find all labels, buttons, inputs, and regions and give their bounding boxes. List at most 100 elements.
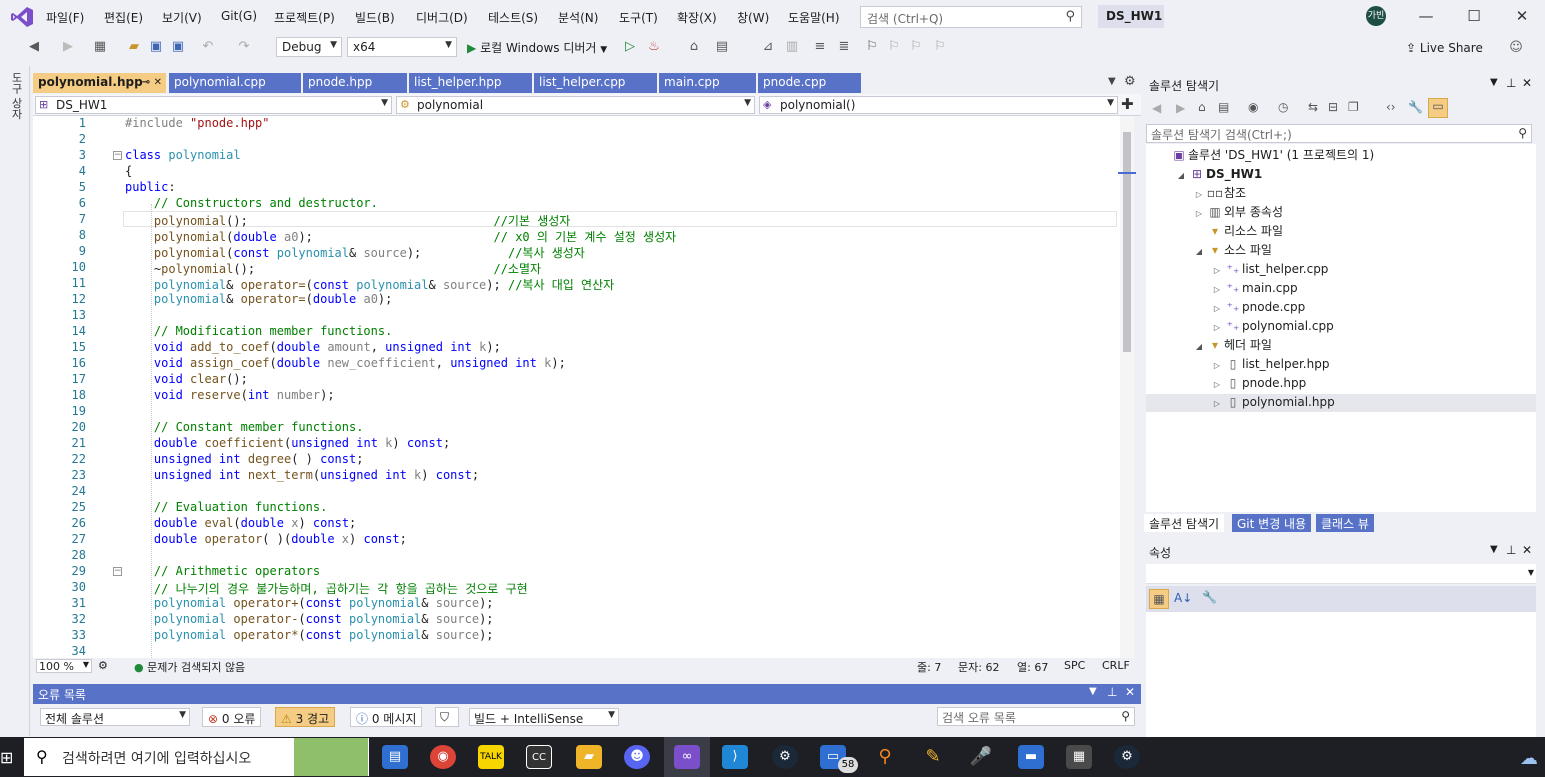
project-nav-select[interactable]: ⊞ DS_HW1 ▼	[35, 96, 392, 114]
scope-nav-select[interactable]: ⚙ polynomial ▼	[396, 96, 755, 114]
alphabetical-icon[interactable]: A↓	[1174, 591, 1192, 605]
pin-icon[interactable]: ⊥	[1506, 76, 1516, 90]
menu-item-8[interactable]: 분석(N)	[558, 9, 598, 26]
maximize-icon[interactable]: ☐	[1464, 7, 1484, 25]
start-icon[interactable]: ⊞	[0, 748, 13, 767]
expander-icon[interactable]: ▷	[1210, 376, 1224, 394]
save-all-icon[interactable]: ▣	[168, 39, 188, 57]
minimize-icon[interactable]: —	[1416, 7, 1436, 25]
comment-icon[interactable]: ≡	[810, 39, 830, 57]
expander-icon[interactable]: ▷	[1210, 281, 1224, 299]
warnings-filter-button[interactable]: ⚠ 3 경고	[275, 707, 336, 727]
tab-2[interactable]: pnode.hpp	[303, 73, 408, 93]
cc-app-icon[interactable]: CC	[526, 745, 552, 769]
kakaotalk-app-icon[interactable]: TALK	[478, 745, 504, 769]
prev-bookmark-icon[interactable]: ⚐	[884, 39, 904, 57]
tree-item[interactable]: ▷ ⁺₊ main.cpp	[1210, 279, 1298, 297]
messages-filter-button[interactable]: ⓘ 0 메시지	[350, 707, 423, 727]
new-project-icon[interactable]: ▦	[90, 39, 110, 57]
config-select[interactable]: Debug ▼	[276, 37, 342, 57]
categorized-icon[interactable]: ▦	[1149, 589, 1169, 609]
search-tool-app-icon[interactable]: ⚲	[872, 745, 898, 769]
tab-3[interactable]: list_helper.hpp	[409, 73, 533, 93]
se-tab-0[interactable]: 솔루션 탐색기	[1144, 514, 1225, 532]
property-pages-icon[interactable]: 🔧	[1202, 590, 1217, 604]
properties-wrench-icon[interactable]: 🔧	[1408, 100, 1423, 114]
tree-item[interactable]: ▷ ▥ 외부 종속성	[1192, 203, 1283, 221]
spacing-indicator[interactable]: SPC	[1064, 659, 1085, 672]
tree-item[interactable]: ◢ ▾ 헤더 파일	[1192, 336, 1272, 354]
tree-item[interactable]: ▷ ▯ pnode.hpp	[1210, 374, 1306, 392]
pin-icon[interactable]: ⊥	[1107, 685, 1117, 699]
tree-item[interactable]: ◢ ⊞ DS_HW1	[1174, 165, 1262, 183]
error-search-input[interactable]: 검색 오류 목록 ⚲	[937, 707, 1135, 726]
tab-list-icon[interactable]: ▼	[1108, 76, 1116, 87]
error-scope-select[interactable]: 전체 솔루션 ▼	[40, 708, 190, 726]
redo-icon[interactable]: ↷	[234, 39, 254, 57]
expander-icon[interactable]: ▷	[1210, 319, 1224, 337]
expander-icon[interactable]: ▷	[1210, 262, 1224, 280]
menu-item-11[interactable]: 창(W)	[737, 9, 769, 26]
bookmark-icon[interactable]: ⚐	[862, 39, 882, 57]
calculator-app-icon[interactable]: ▦	[1066, 745, 1092, 769]
expander-icon[interactable]: ◢	[1174, 167, 1188, 185]
browse-icon[interactable]: ⌂	[684, 39, 704, 57]
collapse-all-icon[interactable]: ⊟	[1328, 100, 1338, 114]
fold-class-icon[interactable]: −	[113, 151, 122, 160]
tab-0[interactable]: polynomial.hpp ⊸ ✕	[33, 73, 167, 93]
close-panel-icon[interactable]: ✕	[1522, 76, 1532, 90]
close-panel-icon[interactable]: ✕	[1522, 543, 1532, 557]
uncomment-icon[interactable]: ≣	[834, 39, 854, 57]
show-all-icon[interactable]: ◉	[1248, 100, 1258, 114]
fold-comment-icon[interactable]: −	[113, 567, 122, 576]
solution-search-input[interactable]: 솔루션 탐색기 검색(Ctrl+;) ⚲	[1146, 124, 1532, 143]
se-tab-2[interactable]: 클래스 뷰	[1316, 514, 1374, 532]
code-editor[interactable]: 1 2 3 4 5 6 7 8 9 10 11 12 13 14 15 16 17 18 19 20 21 22 23 24 2…	[33, 116, 1120, 658]
switch-views-icon[interactable]: ▤	[1218, 100, 1229, 114]
line-ending-indicator[interactable]: CRLF	[1102, 659, 1130, 672]
build-filter-select[interactable]: 빌드 + IntelliSense ▼	[469, 708, 619, 726]
menu-item-5[interactable]: 빌드(B)	[355, 9, 395, 26]
run-without-debug-icon[interactable]: ▷	[620, 39, 640, 57]
tab-5[interactable]: main.cpp	[659, 73, 757, 93]
store-app-icon[interactable]: ▤	[382, 745, 408, 769]
back-icon[interactable]: ◀	[24, 39, 44, 57]
errors-filter-button[interactable]: ⊗ 0 오류	[202, 707, 262, 727]
home-icon[interactable]: ⌂	[1198, 100, 1206, 114]
menu-item-10[interactable]: 확장(X)	[677, 9, 717, 26]
dropdown-icon[interactable]: ▼	[1490, 544, 1498, 555]
column-indicator[interactable]: 열: 67	[1017, 659, 1048, 675]
steam-app-icon[interactable]: ⚙	[772, 745, 798, 769]
dropdown-icon[interactable]: ▼	[1490, 77, 1498, 88]
hot-reload-icon[interactable]: ♨	[644, 39, 664, 57]
menu-item-7[interactable]: 테스트(S)	[488, 9, 538, 26]
chrome-app-icon[interactable]: ◉	[430, 745, 456, 769]
tree-item[interactable]: ▷ ⁺₊ list_helper.cpp	[1210, 260, 1329, 280]
open-folder-icon[interactable]: ▰	[124, 39, 144, 57]
menu-item-9[interactable]: 도구(T)	[619, 9, 658, 26]
menu-item-6[interactable]: 디버그(D)	[416, 9, 468, 26]
step-icon[interactable]: ⊿	[758, 39, 778, 57]
menu-item-3[interactable]: Git(G)	[221, 9, 257, 23]
tab-close-icon[interactable]: ⊸ ✕	[142, 77, 162, 88]
outline-icon[interactable]: ▥	[782, 39, 802, 57]
close-panel-icon[interactable]: ✕	[1125, 685, 1135, 699]
menu-item-0[interactable]: 파일(F)	[46, 9, 84, 26]
tab-1[interactable]: polynomial.cpp	[169, 73, 302, 93]
menu-item-2[interactable]: 보기(V)	[162, 9, 202, 26]
intellicode-icon[interactable]: ⚙	[98, 659, 108, 672]
line-indicator[interactable]: 줄: 7	[917, 659, 941, 675]
remote-app-icon[interactable]: ▬	[1018, 745, 1044, 769]
filter-icon[interactable]: ⛉	[435, 707, 459, 727]
next-bookmark-icon[interactable]: ⚐	[906, 39, 926, 57]
run-debugger-button[interactable]: ▶ 로컬 Windows 디버거 ▼	[467, 39, 607, 56]
save-icon[interactable]: ▣	[146, 39, 166, 57]
member-nav-select[interactable]: ◈ polynomial() ▼	[759, 96, 1118, 114]
sync-icon[interactable]: ⇆	[1308, 100, 1318, 114]
issues-status[interactable]: ● 문제가 검색되지 않음	[134, 659, 245, 675]
pending-changes-icon[interactable]: ◷	[1278, 100, 1288, 114]
zoom-select[interactable]: 100 % ▼	[36, 659, 92, 673]
menu-item-12[interactable]: 도움말(H)	[788, 9, 840, 26]
dropdown-icon[interactable]: ▼	[1089, 686, 1097, 697]
tree-item[interactable]: ◢ ▾ 소스 파일	[1192, 241, 1272, 259]
